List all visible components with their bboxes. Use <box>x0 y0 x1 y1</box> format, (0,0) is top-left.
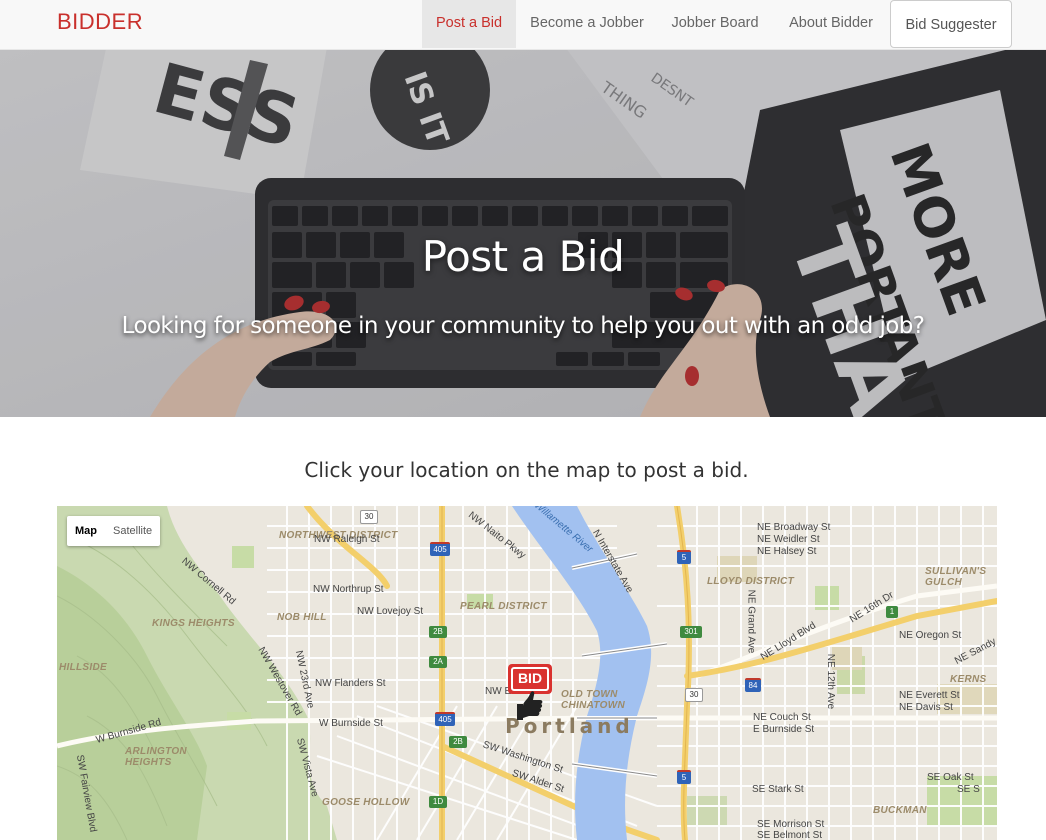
location-map[interactable]: Map Satellite NORTHWEST DISTRICT PEARL D… <box>57 506 997 840</box>
street-label: W Burnside St <box>319 718 383 729</box>
highway-shield-2b: 2B <box>429 626 447 638</box>
district-label: PEARL DISTRICT <box>460 601 547 612</box>
street-label: SE S <box>957 784 980 795</box>
street-label: SE Morrison St <box>757 819 825 830</box>
bid-marker[interactable]: BID <box>507 662 553 726</box>
map-instruction: Click your location on the map to post a… <box>304 458 749 482</box>
street-label: SE Stark St <box>752 784 804 795</box>
brand-logo[interactable]: BIDDER <box>57 9 143 35</box>
bid-suggester-button[interactable]: Bid Suggester <box>890 0 1012 48</box>
nav-about-bidder[interactable]: About Bidder <box>778 0 884 48</box>
highway-shield-301: 301 <box>680 626 702 638</box>
district-label: KERNS <box>950 674 987 685</box>
map-type-map-button[interactable]: Map <box>67 516 105 546</box>
street-label: NW Lovejoy St <box>357 606 424 617</box>
highway-shield-30: 30 <box>360 510 378 524</box>
map-type-satellite-button[interactable]: Satellite <box>105 516 160 546</box>
street-label: NE Grand Ave <box>745 589 757 654</box>
district-label: SULLIVAN'S GULCH <box>925 566 987 588</box>
district-label: LLOYD DISTRICT <box>707 576 794 587</box>
street-label: NE Weidler St <box>757 534 820 545</box>
street-label: NE Halsey St <box>757 546 817 557</box>
highway-shield-84: 84 <box>745 678 761 692</box>
street-label: NE Oregon St <box>899 630 962 641</box>
district-label: KINGS HEIGHTS <box>152 618 235 629</box>
street-label: SE Belmont St <box>757 830 823 840</box>
hero-banner: ESS IS IT MORE PORTANT THA THING DESNT P… <box>0 50 1046 417</box>
nav-jobber-board[interactable]: Jobber Board <box>661 0 769 48</box>
street-label: NW Raleigh St <box>314 534 380 545</box>
district-label: GOOSE HOLLOW <box>322 797 410 808</box>
bid-marker-label: BID <box>517 670 543 686</box>
street-label: E Burnside St <box>753 724 815 735</box>
street-label: NE 12th Ave <box>825 653 837 710</box>
district-label: NOB HILL <box>277 612 327 623</box>
highway-shield-30-east: 30 <box>685 688 703 702</box>
street-label: NE Broadway St <box>757 522 831 533</box>
highway-shield-2b-south: 2B <box>449 736 467 748</box>
top-navbar: BIDDER Post a Bid Become a Jobber Jobber… <box>0 0 1046 50</box>
street-label: NE Davis St <box>899 702 953 713</box>
street-label: SE Oak St <box>927 772 974 783</box>
street-label: NW Flanders St <box>315 678 386 689</box>
highway-shield-405-south: 405 <box>435 712 455 726</box>
highway-shield-2a: 2A <box>429 656 447 668</box>
nav-post-a-bid[interactable]: Post a Bid <box>422 0 516 48</box>
street-label: NE Couch St <box>753 712 811 723</box>
district-label: HILLSIDE <box>59 662 107 673</box>
street-label: NE Everett St <box>899 690 960 701</box>
nav-become-a-jobber[interactable]: Become a Jobber <box>520 0 654 48</box>
hero-title: Post a Bid <box>421 232 625 281</box>
highway-shield-5-south: 5 <box>677 770 691 784</box>
highway-shield-1d: 1D <box>429 796 447 808</box>
district-label: BUCKMAN <box>873 805 927 816</box>
highway-shield-405: 405 <box>430 542 450 556</box>
district-label: OLD TOWN CHINATOWN <box>561 689 625 711</box>
hero-subtitle: Looking for someone in your community to… <box>121 313 925 339</box>
highway-shield-5: 5 <box>677 550 691 564</box>
district-label: ARLINGTON HEIGHTS <box>125 746 187 768</box>
highway-shield-1: 1 <box>886 606 898 618</box>
street-label: NW Northrup St <box>313 584 384 595</box>
map-type-control: Map Satellite <box>67 516 161 546</box>
